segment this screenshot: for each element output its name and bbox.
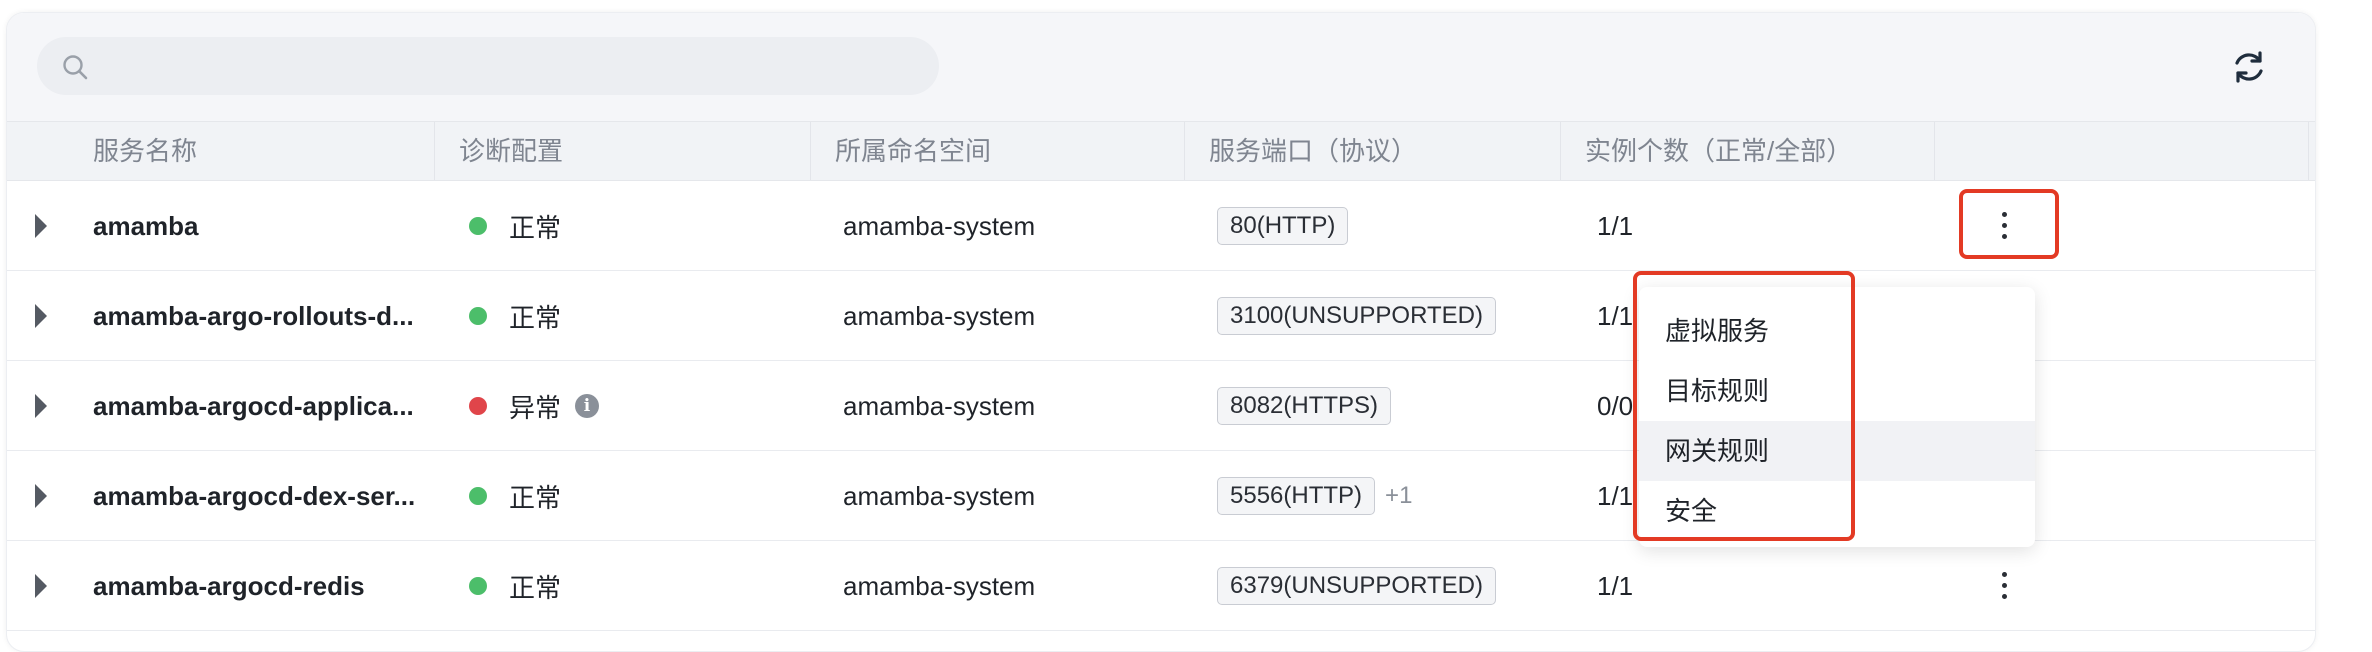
service-name[interactable]: amamba-argo-rollouts-d... — [93, 271, 414, 361]
port-tag: 5556(HTTP) — [1217, 477, 1376, 515]
status-text: 正常 — [509, 572, 562, 603]
more-vertical-icon[interactable] — [1989, 206, 2019, 246]
status-text: 异常 — [509, 392, 562, 423]
status-dot — [469, 487, 487, 505]
table-row[interactable]: amamba 正常 amamba-system 80(HTTP) 1/1 — [7, 181, 2315, 271]
port-tag: 8082(HTTPS) — [1217, 387, 1392, 425]
namespace: amamba-system — [843, 301, 1036, 331]
column-service-name[interactable]: 服务名称 — [7, 122, 435, 180]
status-dot — [469, 577, 487, 595]
service-name[interactable]: amamba — [93, 181, 199, 271]
caret-right-icon[interactable] — [35, 214, 47, 238]
search-icon — [63, 55, 88, 80]
ports-cell: 6379(UNSUPPORTED) — [1217, 541, 1496, 631]
menu-item-gateway-rule[interactable]: 网关规则 — [1639, 421, 2035, 481]
extra-ports-count[interactable]: +1 — [1385, 482, 1412, 510]
namespace: amamba-system — [843, 211, 1036, 241]
status-dot — [469, 217, 487, 235]
refresh-icon[interactable] — [2229, 47, 2269, 87]
namespace: amamba-system — [843, 391, 1036, 421]
ports-cell: 80(HTTP) — [1217, 181, 1349, 271]
search-box[interactable] — [37, 37, 939, 95]
caret-right-icon[interactable] — [35, 304, 47, 328]
column-instances[interactable]: 实例个数（正常/全部） — [1561, 122, 1935, 180]
column-namespace[interactable]: 所属命名空间 — [811, 122, 1185, 180]
service-name[interactable]: amamba-argocd-dex-ser... — [93, 451, 415, 541]
status-dot — [469, 307, 487, 325]
port-tag: 3100(UNSUPPORTED) — [1217, 297, 1496, 335]
namespace: amamba-system — [843, 571, 1036, 601]
menu-item-security[interactable]: 安全 — [1639, 481, 2035, 541]
instance-count: 1/1 — [1597, 481, 1634, 511]
table-row[interactable]: amamba-argocd-redis 正常 amamba-system 637… — [7, 541, 2315, 631]
service-name[interactable]: amamba-argocd-redis — [93, 541, 365, 631]
column-actions — [1935, 122, 2309, 180]
toolbar — [7, 13, 2315, 121]
status-text: 正常 — [509, 482, 562, 513]
services-panel: 服务名称 诊断配置 所属命名空间 服务端口（协议） 实例个数（正常/全部） am… — [6, 12, 2316, 652]
instance-count: 1/1 — [1597, 571, 1634, 601]
service-name[interactable]: amamba-argocd-applica... — [93, 361, 414, 451]
status-cell: 正常 — [469, 451, 561, 541]
column-service-port[interactable]: 服务端口（协议） — [1185, 122, 1561, 180]
instance-count: 0/0 — [1597, 391, 1634, 421]
ports-cell: 5556(HTTP) +1 — [1217, 451, 1412, 541]
search-input[interactable] — [107, 37, 917, 95]
status-cell: 正常 — [469, 181, 561, 271]
status-dot — [469, 397, 487, 415]
status-cell: 正常 — [469, 541, 561, 631]
caret-right-icon[interactable] — [35, 394, 47, 418]
status-text: 正常 — [509, 302, 562, 333]
status-cell: 异常 i — [469, 361, 600, 451]
more-vertical-icon[interactable] — [1989, 566, 2019, 606]
port-tag: 80(HTTP) — [1217, 207, 1349, 245]
port-tag: 6379(UNSUPPORTED) — [1217, 567, 1496, 605]
instance-count: 1/1 — [1597, 211, 1634, 241]
caret-right-icon[interactable] — [35, 484, 47, 508]
menu-item-destination-rule[interactable]: 目标规则 — [1639, 361, 2035, 421]
menu-item-virtual-service[interactable]: 虚拟服务 — [1639, 301, 2035, 361]
status-text: 正常 — [509, 212, 562, 243]
ports-cell: 3100(UNSUPPORTED) — [1217, 271, 1496, 361]
table-header: 服务名称 诊断配置 所属命名空间 服务端口（协议） 实例个数（正常/全部） — [7, 121, 2315, 181]
ports-cell: 8082(HTTPS) — [1217, 361, 1392, 451]
row-actions-menu: 虚拟服务 目标规则 网关规则 安全 — [1639, 287, 2035, 547]
column-diagnosis[interactable]: 诊断配置 — [435, 122, 811, 180]
caret-right-icon[interactable] — [35, 574, 47, 598]
info-icon[interactable]: i — [575, 394, 600, 418]
namespace: amamba-system — [843, 481, 1036, 511]
status-cell: 正常 — [469, 271, 561, 361]
instance-count: 1/1 — [1597, 301, 1634, 331]
